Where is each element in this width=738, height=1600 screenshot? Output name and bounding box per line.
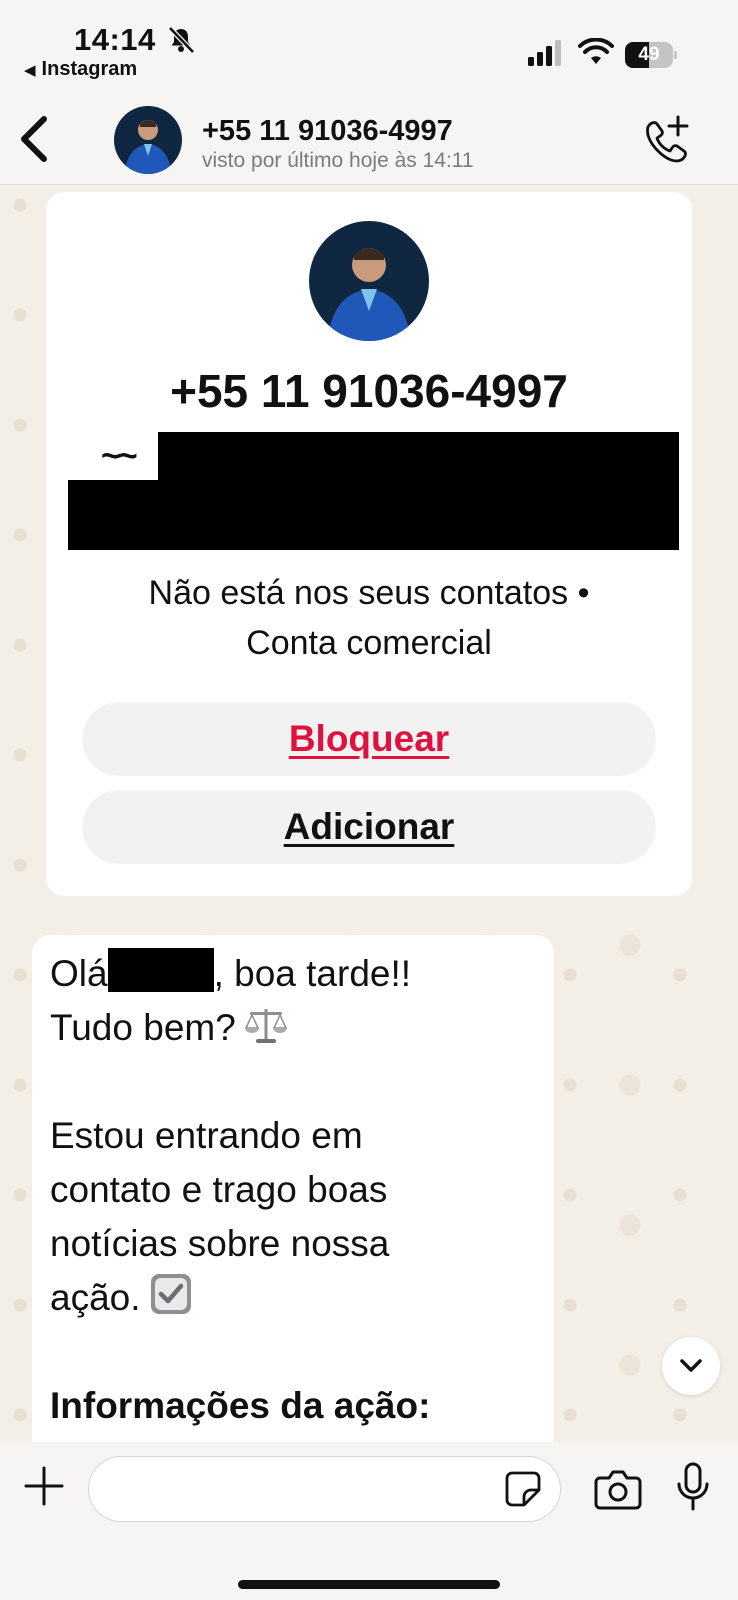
scroll-to-bottom-button[interactable] xyxy=(662,1337,720,1395)
message-input-bar xyxy=(0,1442,738,1600)
chat-area[interactable]: +55 11 91036-4997 ~~ Não está nos seus c… xyxy=(0,185,738,1442)
card-phone-number: +55 11 91036-4997 xyxy=(170,365,568,417)
contact-status-note: Não está nos seus contatos • Conta comer… xyxy=(76,568,662,668)
message-line: Estou entrando em xyxy=(50,1115,363,1156)
plus-icon[interactable] xyxy=(24,1466,64,1506)
add-contact-button[interactable]: Adicionar xyxy=(82,790,656,864)
redaction-block xyxy=(107,948,214,992)
message-heading: Informações da ação: xyxy=(50,1385,431,1426)
incoming-message-bubble[interactable]: Olá , boa tarde!! Tudo bem? Estou entrand… xyxy=(32,935,554,1442)
business-name-prefix: ~~ xyxy=(101,437,138,475)
chat-header: +55 11 91036-4997 visto por último hoje … xyxy=(0,95,738,185)
contact-name[interactable]: +55 11 91036-4997 xyxy=(202,115,453,148)
message-line-text: ação. xyxy=(50,1277,141,1318)
business-account-line: Conta comercial xyxy=(246,624,492,662)
sticker-icon[interactable] xyxy=(504,1470,542,1508)
balance-scale-icon xyxy=(244,1009,287,1043)
profile-photo xyxy=(309,221,429,341)
status-time: 14:14 xyxy=(74,22,156,57)
message-line: ação. xyxy=(50,1271,540,1325)
status-bar: 14:14 ◀ Instagram 49 xyxy=(0,0,738,95)
block-button[interactable]: Bloquear xyxy=(82,702,656,776)
message-text: Olá , boa tarde!! Tudo bem? Estou entrand… xyxy=(50,947,540,1433)
back-triangle-icon: ◀ xyxy=(24,61,36,79)
contact-status-line: Não está nos seus contatos • xyxy=(148,574,590,612)
last-seen-status: visto por último hoje às 14:11 xyxy=(202,149,474,172)
message-line: contato e trago boas xyxy=(50,1169,388,1210)
chevron-left-icon[interactable] xyxy=(14,113,54,165)
camera-icon[interactable] xyxy=(594,1468,642,1510)
microphone-icon[interactable] xyxy=(676,1462,710,1512)
battery-icon: 49 xyxy=(625,42,677,68)
greeting-prefix: Olá xyxy=(50,953,108,994)
avatar[interactable] xyxy=(114,106,182,174)
redaction-block xyxy=(158,432,679,482)
message-line: Olá , boa tarde!! xyxy=(50,947,540,1001)
redaction-block xyxy=(68,480,679,550)
message-line: Tudo bem? xyxy=(50,1001,540,1055)
check-box-icon xyxy=(150,1274,191,1314)
message-line: notícias sobre nossa xyxy=(50,1223,390,1264)
home-indicator[interactable] xyxy=(238,1580,500,1589)
greeting-suffix: , boa tarde!! xyxy=(213,953,412,994)
profile-photo xyxy=(114,106,182,174)
contact-avatar[interactable] xyxy=(309,221,429,341)
bell-slash-icon xyxy=(168,26,195,54)
back-app-label: Instagram xyxy=(41,58,138,80)
back-to-app-link[interactable]: ◀ Instagram xyxy=(24,58,137,81)
wifi-icon xyxy=(578,38,614,64)
signal-icon xyxy=(528,40,561,66)
contact-info-card: +55 11 91036-4997 ~~ Não está nos seus c… xyxy=(46,192,692,896)
message-line-text: Tudo bem? xyxy=(50,1007,236,1048)
message-input[interactable] xyxy=(88,1456,561,1522)
chevron-down-icon xyxy=(680,1359,702,1372)
call-add-icon[interactable] xyxy=(640,115,692,165)
battery-percent: 49 xyxy=(638,44,660,65)
